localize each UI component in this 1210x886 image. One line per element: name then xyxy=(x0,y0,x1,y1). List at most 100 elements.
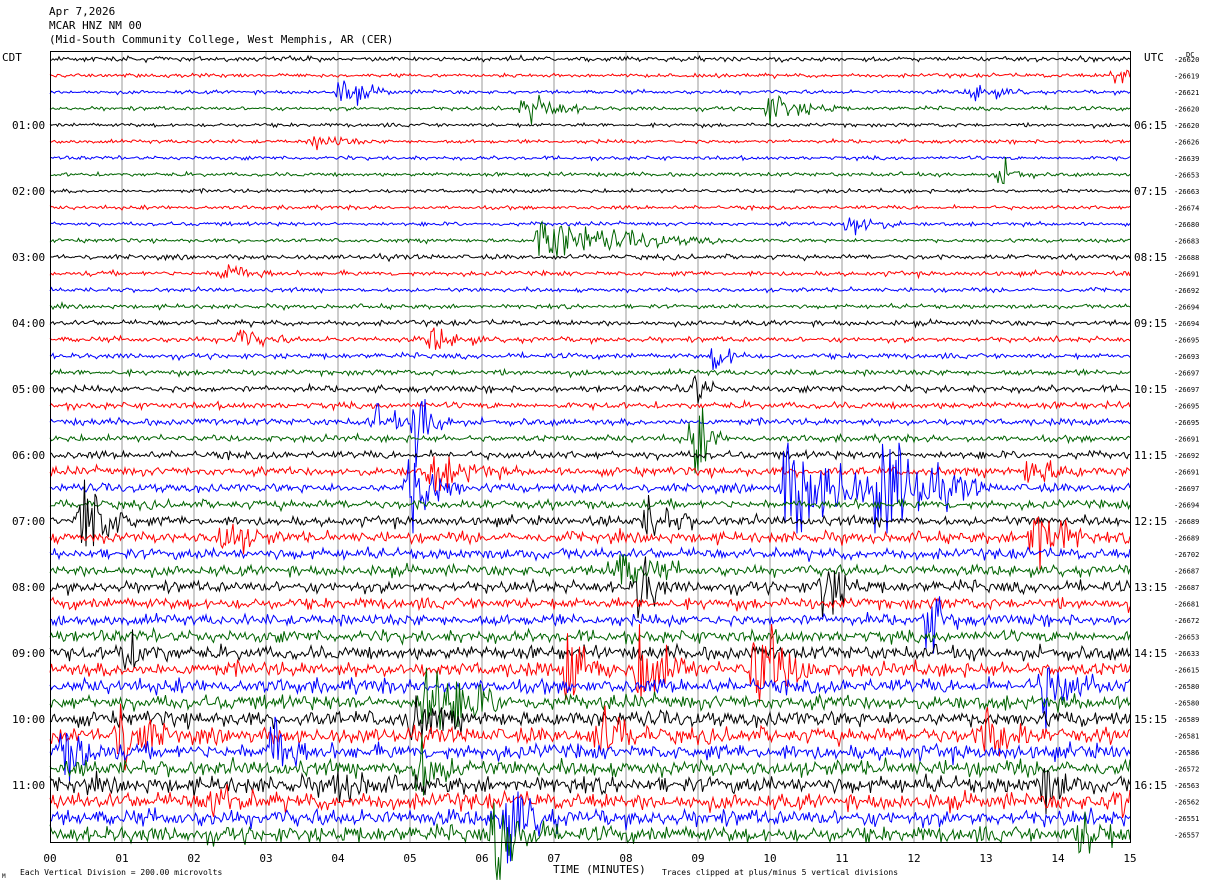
x-tick-label: 11 xyxy=(835,852,848,865)
dc-offset-value: -26581 xyxy=(1174,733,1199,741)
dc-offset-value: -26688 xyxy=(1174,254,1199,262)
utc-hour-label: 15:15 xyxy=(1134,713,1167,726)
seismogram-plot: 01:00 02:00 03:00 04:00 05:00 06:00 07:00 08:00… xyxy=(2,51,1199,880)
x-tick-label: 00 xyxy=(43,852,56,865)
dc-offset-value: -26689 xyxy=(1174,518,1199,526)
dc-offset-value: -26572 xyxy=(1174,766,1199,774)
dc-offset-value: -26586 xyxy=(1174,749,1199,757)
x-tick-label: 14 xyxy=(1051,852,1065,865)
dc-offset-value: -26689 xyxy=(1174,535,1199,543)
seismic-trace-12 xyxy=(49,252,1131,263)
utc-hour-label: 07:15 xyxy=(1134,185,1167,198)
dc-offset-value: -26626 xyxy=(1174,139,1199,147)
x-tick-label: 06 xyxy=(475,852,488,865)
seismic-trace-11 xyxy=(49,220,1130,257)
seismic-trace-10 xyxy=(49,217,1131,236)
dc-offset-value: -26551 xyxy=(1174,815,1199,823)
dc-offset-value: -26589 xyxy=(1174,716,1199,724)
seismic-trace-6 xyxy=(49,154,1131,162)
scale-note: Each Vertical Division = 200.00 microvol… xyxy=(20,868,222,877)
seismic-trace-42 xyxy=(49,716,1131,782)
dc-offset-value: -26619 xyxy=(1174,73,1199,81)
seismic-trace-21 xyxy=(49,398,1131,412)
dc-offset-value: -26695 xyxy=(1174,403,1199,411)
dc-offset-value: -26653 xyxy=(1174,172,1199,180)
x-tick-label: 15 xyxy=(1123,852,1136,865)
dc-offset-value: -26702 xyxy=(1174,551,1199,559)
seismic-trace-22 xyxy=(49,398,1131,468)
dc-offset-value: -26653 xyxy=(1174,634,1199,642)
dc-offset-value: -26695 xyxy=(1174,419,1199,427)
x-tick-label: 09 xyxy=(691,852,704,865)
dc-offset-value: -26687 xyxy=(1174,584,1199,592)
seismic-traces xyxy=(49,54,1131,880)
corner-mark: M xyxy=(2,873,6,880)
seismic-trace-35 xyxy=(49,626,1131,646)
utc-time-labels: 06:15 07:15 08:15 09:15 10:15 11:15 12:15 13:15… xyxy=(1134,119,1167,792)
utc-axis-label: UTC xyxy=(1144,51,1164,64)
seismic-trace-46 xyxy=(49,791,1131,864)
dc-offset-value: -26563 xyxy=(1174,782,1199,790)
dc-offset-value: -26694 xyxy=(1174,304,1199,312)
seismic-trace-14 xyxy=(49,286,1131,294)
seismic-trace-5 xyxy=(49,135,1131,151)
seismic-trace-18 xyxy=(49,348,1131,371)
utc-hour-label: 08:15 xyxy=(1134,251,1167,264)
x-tick-label: 02 xyxy=(187,852,200,865)
seismic-trace-20 xyxy=(49,374,1131,404)
minute-gridlines xyxy=(121,52,1059,842)
seismic-trace-29 xyxy=(49,516,1131,570)
cdt-hour-label: 09:00 xyxy=(12,647,45,660)
dc-offset-value: -26557 xyxy=(1174,832,1199,840)
dc-offset-value: -26694 xyxy=(1174,502,1199,510)
utc-hour-label: 12:15 xyxy=(1134,515,1167,528)
x-tick-label: 01 xyxy=(115,852,128,865)
dc-offset-labels: -26620-26619-26621-26620-26620-26626-266… xyxy=(1174,56,1199,840)
seismic-trace-4 xyxy=(49,121,1131,130)
dc-offset-value: -26615 xyxy=(1174,667,1199,675)
x-tick-label: 13 xyxy=(979,852,992,865)
seismic-trace-17 xyxy=(49,327,1131,350)
seismic-trace-2 xyxy=(49,80,1131,106)
x-tick-label: 04 xyxy=(331,852,345,865)
dc-offset-value: -26680 xyxy=(1174,221,1199,229)
dc-offset-value: -26683 xyxy=(1174,238,1199,246)
seismic-trace-41 xyxy=(49,703,1131,771)
dc-offset-value: -26681 xyxy=(1174,601,1199,609)
plot-frame xyxy=(50,51,1131,843)
dc-header-label: DC xyxy=(1186,51,1194,59)
seismic-trace-32 xyxy=(49,556,1131,619)
seismic-trace-27 xyxy=(49,497,1131,513)
seismic-trace-7 xyxy=(49,156,1131,185)
cdt-hour-label: 08:00 xyxy=(12,581,45,594)
dc-offset-value: -26621 xyxy=(1174,89,1199,97)
x-tick-label: 12 xyxy=(907,852,920,865)
clip-note: Traces clipped at plus/minus 5 vertical … xyxy=(662,868,898,877)
cdt-axis-label: CDT xyxy=(2,51,22,64)
dc-offset-value: -26620 xyxy=(1174,122,1199,130)
dc-offset-value: -26697 xyxy=(1174,386,1199,394)
seismic-trace-33 xyxy=(49,596,1131,613)
seismic-trace-26 xyxy=(49,442,1131,534)
dc-offset-value: -26691 xyxy=(1174,469,1199,477)
utc-hour-label: 13:15 xyxy=(1134,581,1167,594)
seismic-trace-13 xyxy=(49,264,1131,280)
dc-offset-value: -26691 xyxy=(1174,436,1199,444)
dc-offset-value: -26580 xyxy=(1174,700,1199,708)
seismic-trace-45 xyxy=(49,784,1131,819)
x-tick-label: 05 xyxy=(403,852,416,865)
cdt-hour-label: 02:00 xyxy=(12,185,45,198)
dc-offset-value: -26697 xyxy=(1174,370,1199,378)
dc-offset-value: -26695 xyxy=(1174,337,1199,345)
cdt-hour-label: 04:00 xyxy=(12,317,45,330)
dc-offset-value: -26691 xyxy=(1174,271,1199,279)
dc-offset-value: -26562 xyxy=(1174,799,1199,807)
dc-offset-value: -26694 xyxy=(1174,320,1199,328)
seismic-trace-1 xyxy=(49,69,1131,84)
x-tick-label: 10 xyxy=(763,852,776,865)
utc-hour-label: 11:15 xyxy=(1134,449,1167,462)
dc-offset-value: -26692 xyxy=(1174,287,1199,295)
seismic-trace-25 xyxy=(49,456,1131,492)
cdt-hour-label: 07:00 xyxy=(12,515,45,528)
cdt-time-labels: 01:00 02:00 03:00 04:00 05:00 06:00 07:00 08:00… xyxy=(12,119,45,792)
